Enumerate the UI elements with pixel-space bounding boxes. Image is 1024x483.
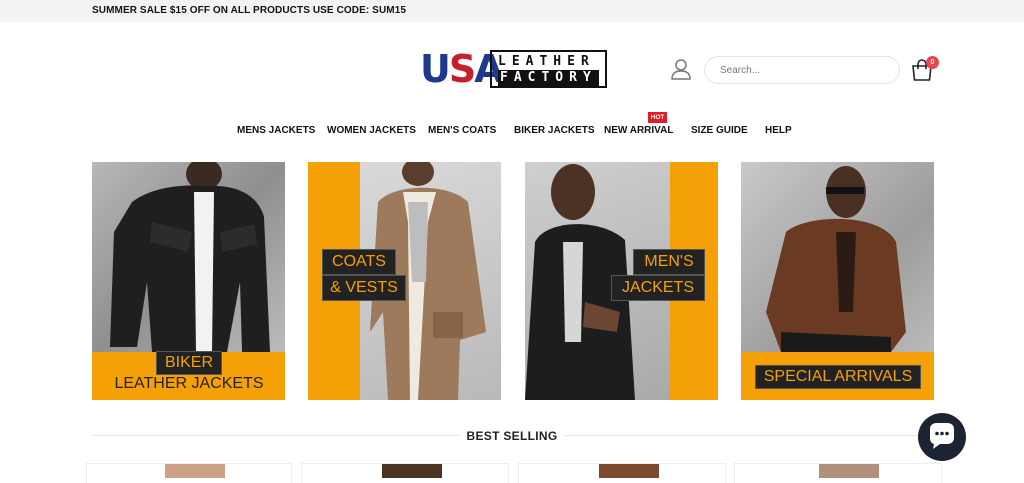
nav-mens-jackets[interactable]: MENS JACKETS: [237, 125, 315, 136]
user-icon[interactable]: [670, 58, 692, 80]
banner-label-line2: & VESTS: [322, 275, 406, 301]
banner-label-line1: COATS: [322, 249, 396, 275]
section-title: BEST SELLING: [466, 429, 558, 443]
product-card[interactable]: [734, 463, 942, 483]
product-card[interactable]: [518, 463, 726, 483]
chat-bubble-icon: [930, 423, 954, 449]
nav-women-jackets[interactable]: WOMEN JACKETS: [327, 125, 416, 136]
logo-wordmark: LEATHER FACTORY: [490, 50, 607, 88]
product-card[interactable]: [86, 463, 292, 483]
banner-label-line1: MEN'S: [633, 249, 705, 275]
banner-label: SPECIAL ARRIVALS: [755, 365, 921, 389]
banner-biker-leather-jackets[interactable]: BIKER LEATHER JACKETS: [92, 162, 285, 400]
hot-badge: HOT: [648, 112, 667, 123]
cart-count-badge: 0: [926, 56, 939, 69]
announcement-text: SUMMER SALE $15 OFF ON ALL PRODUCTS USE …: [92, 5, 407, 16]
banner-coats-vests[interactable]: COATS & VESTS: [308, 162, 501, 400]
banner-special-arrivals[interactable]: SPECIAL ARRIVALS: [741, 162, 934, 400]
nav-help[interactable]: HELP: [765, 125, 792, 136]
chat-button[interactable]: [918, 413, 966, 461]
nav-mens-coats[interactable]: MEN'S COATS: [428, 125, 496, 136]
logo-line-leather: LEATHER: [498, 54, 595, 69]
banner-label-line2: LEATHER JACKETS: [114, 375, 264, 392]
logo-line-factory: FACTORY: [498, 70, 599, 86]
nav-size-guide[interactable]: SIZE GUIDE: [691, 125, 748, 136]
banner-label-line1: BIKER: [156, 351, 222, 375]
banner-mens-jackets[interactable]: MEN'S JACKETS: [525, 162, 718, 400]
main-nav: MENS JACKETS WOMEN JACKETS MEN'S COATS B…: [0, 125, 1024, 139]
product-card[interactable]: [301, 463, 509, 483]
nav-biker-jackets[interactable]: BIKER JACKETS: [514, 125, 595, 136]
announcement-bar: SUMMER SALE $15 OFF ON ALL PRODUCTS USE …: [0, 0, 1024, 22]
nav-new-arrival[interactable]: NEW ARRIVAL: [604, 125, 673, 136]
search-input[interactable]: [704, 56, 900, 84]
site-logo[interactable]: USA LEATHER FACTORY: [420, 48, 608, 90]
banner-label-line2: JACKETS: [611, 275, 705, 301]
